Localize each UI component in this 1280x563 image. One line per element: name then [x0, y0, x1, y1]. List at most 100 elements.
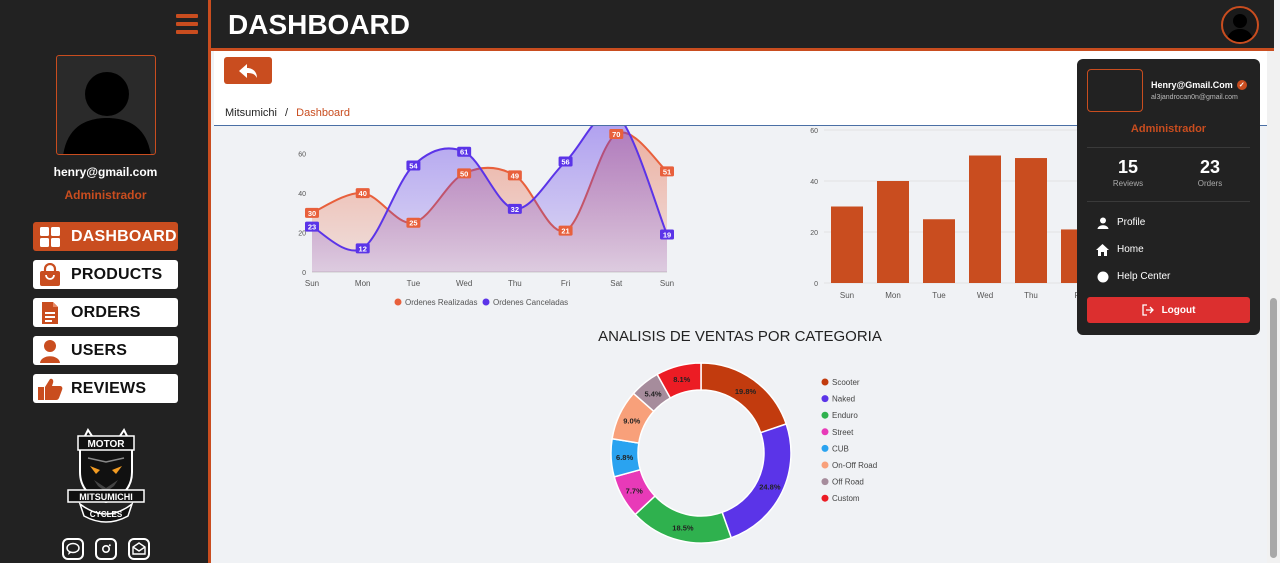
scrollbar-thumb[interactable] [1270, 298, 1277, 558]
data-label: 61 [460, 148, 468, 157]
hamburger-menu-icon[interactable] [176, 14, 198, 36]
chat-bubble-icon[interactable] [62, 538, 84, 560]
home-icon [1096, 243, 1109, 256]
profile-dropdown: Henry@Gmail.Com ✓ al3jandrocan0n@gmail.c… [1077, 59, 1260, 335]
breadcrumb-root[interactable]: Mitsumichi [225, 107, 277, 119]
orders-bar-chart: 0204060SunMonTueWedThuF [810, 128, 1080, 300]
user-silhouette-icon [1226, 14, 1254, 42]
dropdown-avatar[interactable] [1087, 69, 1143, 112]
bar [1015, 158, 1047, 283]
sidebar-item-label: ORDERS [71, 303, 141, 321]
data-label: 51 [663, 167, 671, 176]
dropdown-username: al3jandrocan0n@gmail.com [1151, 94, 1238, 101]
user-icon [1096, 216, 1109, 229]
svg-text:CYCLES: CYCLES [90, 510, 123, 519]
social-links [62, 538, 150, 560]
x-tick-label: Tue [407, 279, 421, 288]
logout-label: Logout [1161, 304, 1196, 316]
legend-marker [394, 298, 402, 306]
y-tick-label: 0 [302, 270, 306, 277]
shopping-bag-icon [37, 262, 63, 287]
orders-count: 23 [1199, 157, 1221, 177]
slice-label: 6.8% [616, 453, 633, 462]
legend-marker [821, 494, 829, 502]
instagram-icon[interactable] [95, 538, 117, 560]
sidebar-item-dashboard[interactable]: DASHBOARD [33, 222, 178, 251]
menu-item-help-center[interactable]: Help Center [1096, 270, 1170, 283]
sidebar-email: henry@gmail.com [53, 165, 158, 179]
mail-icon[interactable] [128, 538, 150, 560]
grid-icon [37, 225, 63, 249]
x-tick-label: Sat [610, 279, 623, 288]
data-label: 25 [409, 219, 417, 228]
data-label: 12 [359, 244, 367, 253]
legend-marker [821, 444, 829, 452]
slice-label: 19.8% [735, 387, 757, 396]
logout-button[interactable]: Logout [1087, 297, 1250, 323]
orders-stat: 23 Orders [1170, 157, 1250, 188]
legend-marker [482, 298, 490, 306]
sidebar-item-reviews[interactable]: REVIEWS [33, 374, 178, 403]
menu-item-label: Profile [1117, 217, 1146, 228]
verified-check-icon: ✓ [1236, 80, 1247, 90]
back-button[interactable] [224, 57, 272, 84]
menu-item-label: Help Center [1117, 271, 1171, 282]
x-tick-label: Wed [977, 291, 993, 300]
x-tick-label: Wed [456, 279, 472, 288]
sidebar-item-products[interactable]: PRODUCTS [33, 260, 178, 289]
data-label: 21 [561, 227, 569, 236]
top-header: DASHBOARD [211, 0, 1274, 51]
bar [969, 155, 1001, 283]
breadcrumb-separator: / [285, 107, 289, 119]
sidebar: henry@gmail.com Administrador DASHBOARD … [0, 0, 211, 563]
x-tick-label: Thu [1024, 291, 1038, 300]
y-tick-label: 40 [810, 179, 818, 186]
user-icon [37, 339, 63, 363]
x-tick-label: Thu [508, 279, 522, 288]
profile-avatar-button[interactable] [1221, 6, 1259, 44]
menu-item-profile[interactable]: Profile [1096, 216, 1145, 229]
logout-icon [1141, 304, 1154, 316]
vertical-scrollbar[interactable] [1267, 51, 1280, 563]
slice-label: 18.5% [672, 523, 694, 532]
legend-label: Off Road [832, 478, 864, 487]
dropdown-role: Administrador [1130, 123, 1207, 135]
menu-item-home[interactable]: Home [1096, 243, 1144, 256]
data-label: 70 [612, 130, 620, 139]
legend-marker [821, 461, 829, 469]
divider [1087, 147, 1250, 148]
page-title: DASHBOARD [228, 9, 410, 40]
slice-label: 9.0% [623, 416, 640, 425]
data-label: 54 [409, 162, 418, 171]
legend-marker [821, 395, 829, 403]
legend-label: Naked [832, 395, 855, 404]
y-tick-label: 60 [810, 128, 818, 135]
orders-label: Orders [1197, 179, 1223, 188]
sidebar-item-label: REVIEWS [71, 379, 147, 397]
x-tick-label: Mon [355, 279, 371, 288]
sidebar-item-orders[interactable]: ORDERS [33, 298, 178, 327]
data-label: 32 [511, 205, 519, 214]
category-chart-title: ANALISIS DE VENTAS POR CATEGORIA [598, 328, 882, 345]
sidebar-item-users[interactable]: USERS [33, 336, 178, 365]
bar [831, 206, 863, 283]
x-tick-label: Sun [840, 291, 854, 300]
back-arrow-icon [239, 63, 257, 78]
breadcrumb: Mitsumichi / Dashboard [225, 107, 350, 119]
bar [877, 181, 909, 283]
mitsumichi-logo: MOTOR MITSUMICHI CYCLES [66, 428, 146, 526]
help-circle-icon [1096, 270, 1109, 283]
pie-slice [700, 362, 788, 434]
divider [1087, 201, 1250, 202]
slice-label: 8.1% [673, 375, 690, 384]
bar [923, 219, 955, 283]
x-tick-label: Tue [932, 291, 946, 300]
legend-marker [821, 378, 829, 386]
slice-label: 7.7% [626, 486, 643, 495]
y-tick-label: 60 [298, 152, 306, 159]
sidebar-item-label: PRODUCTS [71, 265, 163, 283]
avatar [56, 55, 156, 155]
data-label: 49 [511, 171, 519, 180]
data-label: 50 [460, 169, 468, 178]
svg-text:MITSUMICHI: MITSUMICHI [79, 492, 133, 502]
